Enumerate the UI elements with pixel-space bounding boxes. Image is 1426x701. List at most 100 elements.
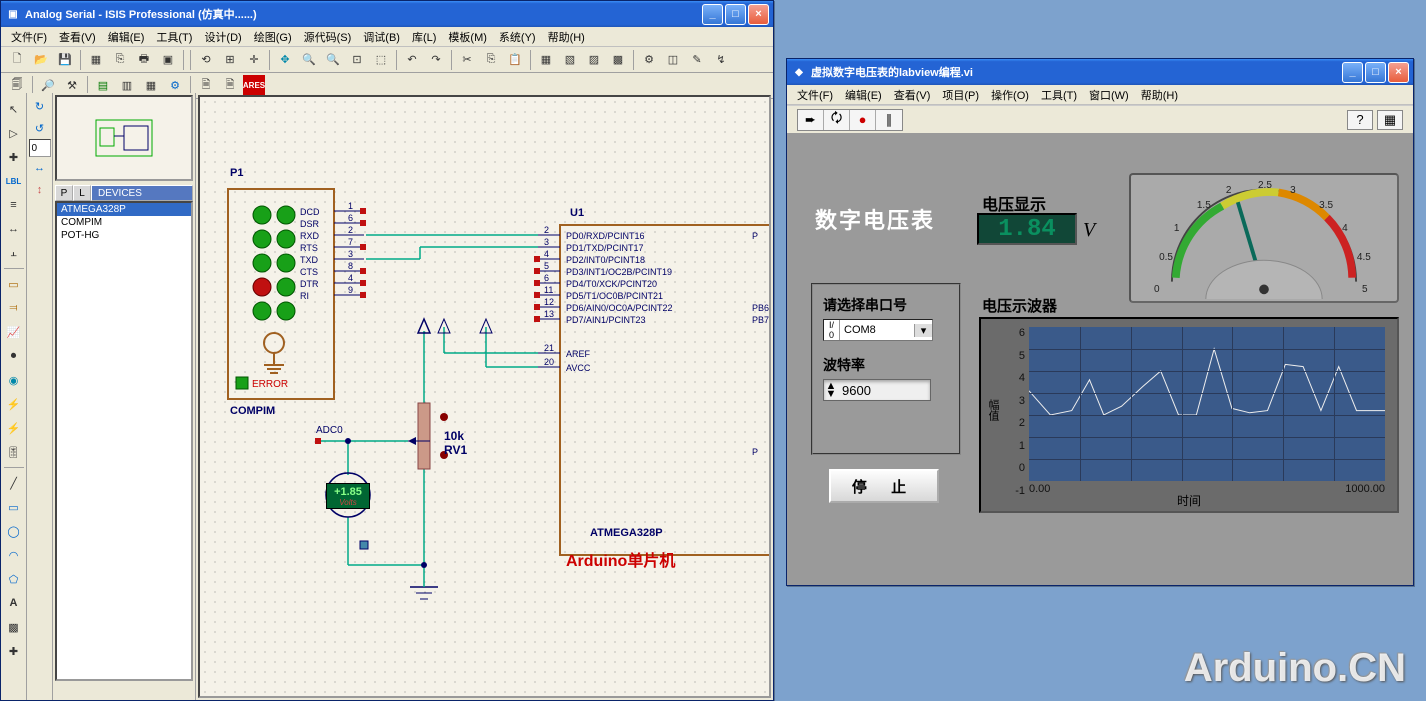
menu-item[interactable]: 模板(M) <box>442 27 493 47</box>
wire-tool-icon[interactable]: ↯ <box>710 49 732 71</box>
print-area-icon[interactable]: ▦ <box>85 49 107 71</box>
paste-icon[interactable]: 📋 <box>504 49 526 71</box>
isis-minimize-button[interactable]: _ <box>702 4 723 25</box>
device-pin-icon[interactable]: ⫤ <box>3 297 25 319</box>
open-file-icon[interactable]: 📂 <box>30 49 52 71</box>
rotate-cw-icon[interactable]: ↻ <box>29 95 51 117</box>
menu-item[interactable]: 工具(T) <box>1035 85 1083 105</box>
zoom-out-icon[interactable]: 🔍 <box>322 49 344 71</box>
menu-item[interactable]: 调试(B) <box>357 27 406 47</box>
menu-item[interactable]: 库(L) <box>406 27 442 47</box>
junction-icon[interactable]: ✚ <box>3 146 25 168</box>
box-2d-icon[interactable]: ▭ <box>3 496 25 518</box>
block-rotate-icon[interactable]: ▨ <box>583 49 605 71</box>
new-file-icon[interactable]: 🗋 <box>6 49 28 71</box>
pause-icon[interactable]: ∥ <box>876 110 902 130</box>
copy-icon[interactable]: ⎘ <box>480 49 502 71</box>
abort-icon[interactable]: ● <box>850 110 876 130</box>
devices-col-l[interactable]: L <box>73 185 91 201</box>
menu-item[interactable]: 项目(P) <box>936 85 985 105</box>
import-icon[interactable]: ⎘ <box>109 49 131 71</box>
labview-minimize-button[interactable]: _ <box>1342 62 1363 83</box>
labview-titlebar[interactable]: ◆ 虚拟数字电压表的labview编程.vi _ □ × <box>787 59 1413 85</box>
component-icon[interactable]: ▷ <box>3 122 25 144</box>
circle-2d-icon[interactable]: ◯ <box>3 520 25 542</box>
schematic-canvas[interactable]: P1 COMPIM ERROR U1 ATMEGA328P Arduino单片机… <box>198 95 771 698</box>
help-icon[interactable]: ? <box>1347 110 1373 130</box>
zoom-in-icon[interactable]: 🔍 <box>298 49 320 71</box>
subcircuit-icon[interactable]: ⫠ <box>3 242 25 264</box>
baud-input[interactable]: ▲▼ 9600 <box>823 379 931 401</box>
zoom-area-icon[interactable]: ⬚ <box>370 49 392 71</box>
menu-item[interactable]: 设计(D) <box>198 27 247 47</box>
menu-item[interactable]: 绘图(G) <box>248 27 298 47</box>
labview-close-button[interactable]: × <box>1388 62 1409 83</box>
undo-icon[interactable]: ↶ <box>401 49 423 71</box>
terminal-icon[interactable]: ▭ <box>3 273 25 295</box>
generator-icon[interactable]: ◉ <box>3 369 25 391</box>
stop-button[interactable]: 停 止 <box>829 469 939 503</box>
menu-item[interactable]: 编辑(E) <box>102 27 151 47</box>
devices-list[interactable]: ATMEGA328PCOMPIMPOT-HG <box>55 201 193 681</box>
grid-icon[interactable]: ⊞ <box>219 49 241 71</box>
redo-icon[interactable]: ↷ <box>425 49 447 71</box>
symbol-icon[interactable]: ▩ <box>3 616 25 638</box>
graph-icon[interactable]: 📈 <box>3 321 25 343</box>
pick-icon[interactable]: ⚙ <box>638 49 660 71</box>
package-icon[interactable]: ◫ <box>662 49 684 71</box>
menu-item[interactable]: 编辑(E) <box>839 85 888 105</box>
spinner-down-icon[interactable]: ▼ <box>824 390 838 398</box>
marker-icon[interactable]: ✚ <box>3 640 25 662</box>
print-icon[interactable]: 🖶 <box>133 49 155 71</box>
devices-col-header[interactable]: DEVICES <box>91 185 193 201</box>
zoom-fit-icon[interactable]: ⊡ <box>346 49 368 71</box>
line-2d-icon[interactable]: ╱ <box>3 472 25 494</box>
pan-icon[interactable]: ✥ <box>274 49 296 71</box>
overview-preview[interactable] <box>55 95 193 181</box>
origin-icon[interactable]: ✛ <box>243 49 265 71</box>
device-item[interactable]: POT-HG <box>57 229 191 242</box>
text-2d-icon[interactable]: A <box>3 592 25 614</box>
menu-item[interactable]: 帮助(H) <box>1135 85 1184 105</box>
chevron-down-icon[interactable]: ▾ <box>914 324 932 337</box>
probe-v-icon[interactable]: ⚡ <box>3 393 25 415</box>
isis-titlebar[interactable]: ▣ Analog Serial - ISIS Professional (仿真中… <box>1 1 773 27</box>
block-move-icon[interactable]: ▧ <box>559 49 581 71</box>
block-delete-icon[interactable]: ▩ <box>607 49 629 71</box>
menu-item[interactable]: 窗口(W) <box>1083 85 1135 105</box>
menu-item[interactable]: 文件(F) <box>791 85 839 105</box>
menu-item[interactable]: 操作(O) <box>985 85 1035 105</box>
rotate-ccw-icon[interactable]: ↺ <box>29 117 51 139</box>
path-2d-icon[interactable]: ⬠ <box>3 568 25 590</box>
block-copy-icon[interactable]: ▦ <box>535 49 557 71</box>
selection-icon[interactable]: ↖ <box>3 98 25 120</box>
label-icon[interactable]: LBL <box>3 170 25 192</box>
menu-item[interactable]: 工具(T) <box>150 27 198 47</box>
vi-icon[interactable]: ▦ <box>1377 110 1403 130</box>
mirror-h-icon[interactable]: ↔ <box>29 157 51 179</box>
arc-2d-icon[interactable]: ◠ <box>3 544 25 566</box>
labview-maximize-button[interactable]: □ <box>1365 62 1386 83</box>
port-select[interactable]: I/0 COM8 ▾ <box>823 319 933 341</box>
rotation-input[interactable] <box>29 139 51 157</box>
devices-col-p[interactable]: P <box>55 185 73 201</box>
mirror-v-icon[interactable]: ↕ <box>29 179 51 201</box>
instrument-icon[interactable]: 🎚 <box>3 441 25 463</box>
device-item[interactable]: COMPIM <box>57 216 191 229</box>
menu-item[interactable]: 源代码(S) <box>298 27 358 47</box>
save-icon[interactable]: 💾 <box>54 49 76 71</box>
menu-item[interactable]: 查看(V) <box>53 27 102 47</box>
isis-maximize-button[interactable]: □ <box>725 4 746 25</box>
menu-item[interactable]: 查看(V) <box>888 85 937 105</box>
bus-icon[interactable]: ↔ <box>3 218 25 240</box>
decompose-icon[interactable]: ✎ <box>686 49 708 71</box>
refresh-icon[interactable]: ⟲ <box>195 49 217 71</box>
cut-icon[interactable]: ✂ <box>456 49 478 71</box>
run-continuous-icon[interactable]: 🗘 <box>824 110 850 130</box>
menu-item[interactable]: 系统(Y) <box>493 27 542 47</box>
run-icon[interactable]: ➨ <box>798 110 824 130</box>
region-icon[interactable]: ▣ <box>157 49 179 71</box>
isis-close-button[interactable]: × <box>748 4 769 25</box>
tape-icon[interactable]: ⏺ <box>3 345 25 367</box>
menu-item[interactable]: 帮助(H) <box>542 27 591 47</box>
